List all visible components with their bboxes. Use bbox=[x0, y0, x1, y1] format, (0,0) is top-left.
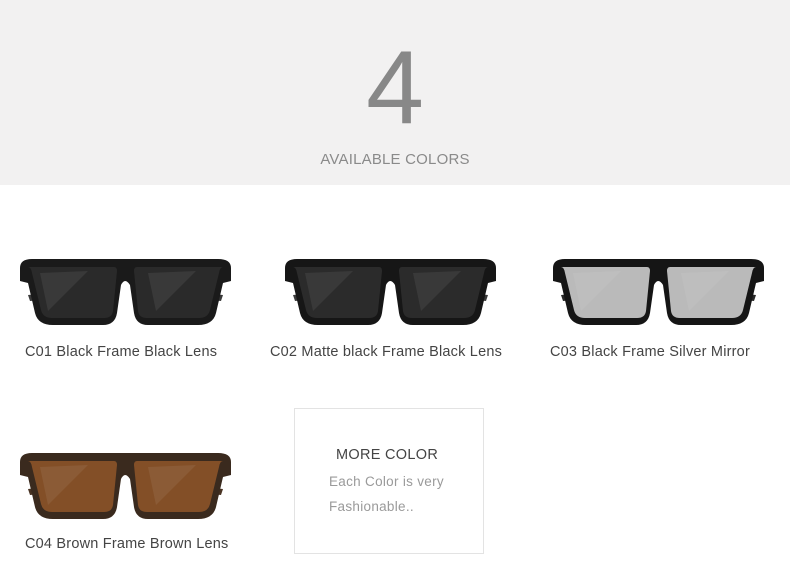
sunglasses-image bbox=[20, 453, 231, 519]
available-colors-label: AVAILABLE COLORS bbox=[320, 151, 470, 168]
product-c04[interactable]: C04 Brown Frame Brown Lens bbox=[18, 449, 248, 559]
color-count: 4 bbox=[366, 30, 424, 146]
product-c01[interactable]: C01 Black Frame Black Lens bbox=[18, 255, 233, 365]
product-caption: C04 Brown Frame Brown Lens bbox=[25, 536, 229, 552]
product-c02[interactable]: C02 Matte black Frame Black Lens bbox=[270, 255, 523, 365]
sunglasses-image bbox=[285, 259, 496, 325]
more-color-text-line2: Fashionable.. bbox=[329, 499, 414, 514]
header-banner: 4 AVAILABLE COLORS bbox=[0, 0, 790, 185]
more-color-title: MORE COLOR bbox=[336, 447, 439, 463]
sunglasses-image bbox=[20, 259, 231, 325]
sunglasses-image bbox=[553, 259, 764, 325]
more-color-box[interactable]: MORE COLOR Each Color is very Fashionabl… bbox=[294, 408, 484, 554]
product-caption: C01 Black Frame Black Lens bbox=[25, 344, 218, 360]
product-caption: C02 Matte black Frame Black Lens bbox=[270, 344, 503, 360]
more-color-text-line1: Each Color is very bbox=[329, 474, 444, 489]
product-caption: C03 Black Frame Silver Mirror bbox=[550, 344, 750, 360]
product-c03[interactable]: C03 Black Frame Silver Mirror bbox=[550, 255, 766, 365]
